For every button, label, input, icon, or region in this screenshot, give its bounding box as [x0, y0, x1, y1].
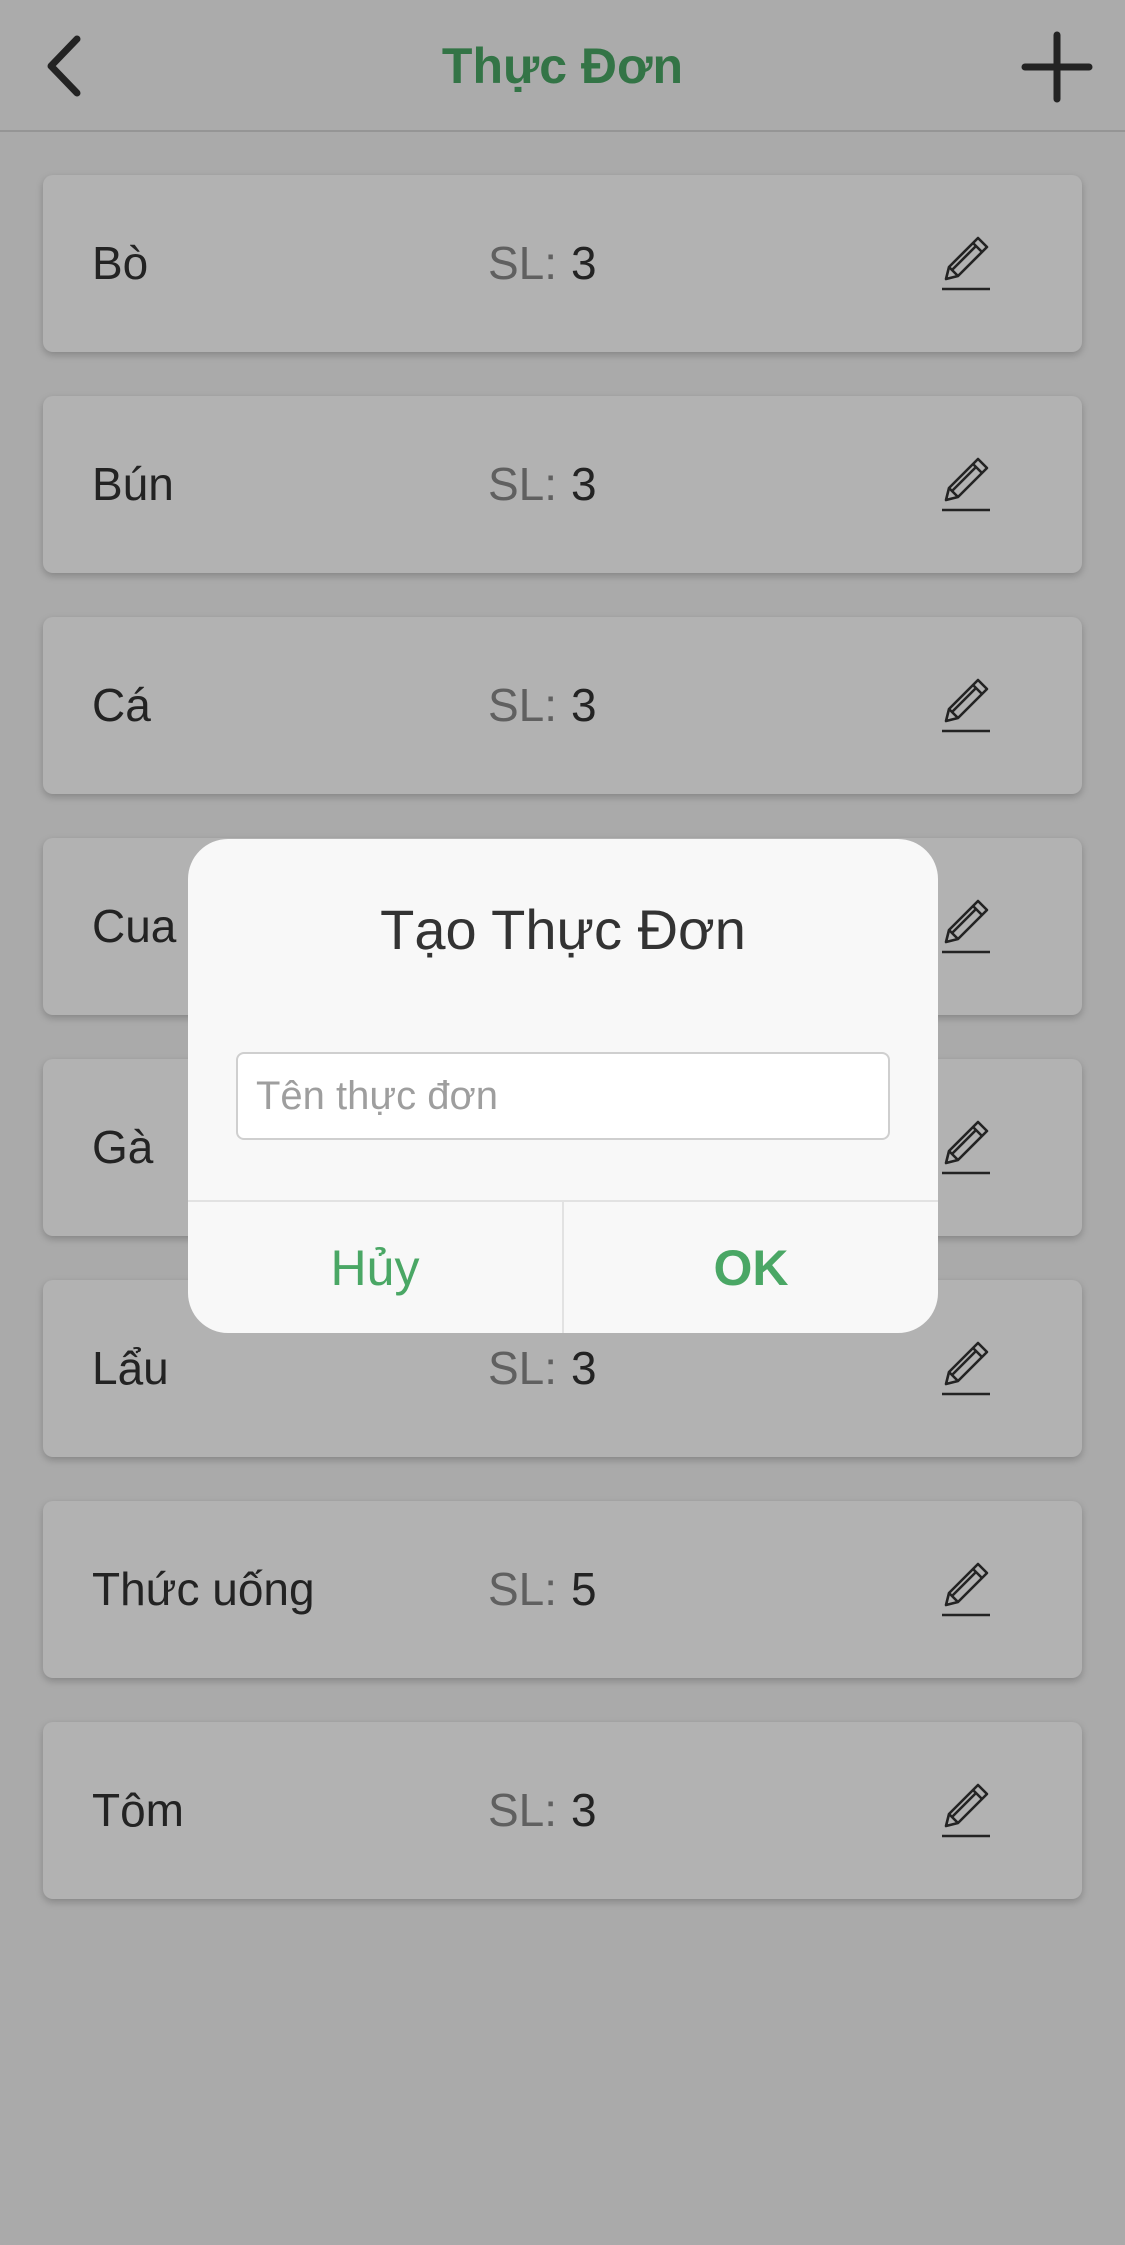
create-menu-dialog: Tạo Thực Đơn Hủy OK	[188, 839, 938, 1333]
menu-name-input[interactable]	[236, 1052, 890, 1140]
dialog-actions: Hủy OK	[188, 1200, 938, 1333]
cancel-button[interactable]: Hủy	[188, 1202, 564, 1333]
ok-button[interactable]: OK	[564, 1202, 938, 1333]
dialog-title: Tạo Thực Đơn	[380, 898, 746, 961]
